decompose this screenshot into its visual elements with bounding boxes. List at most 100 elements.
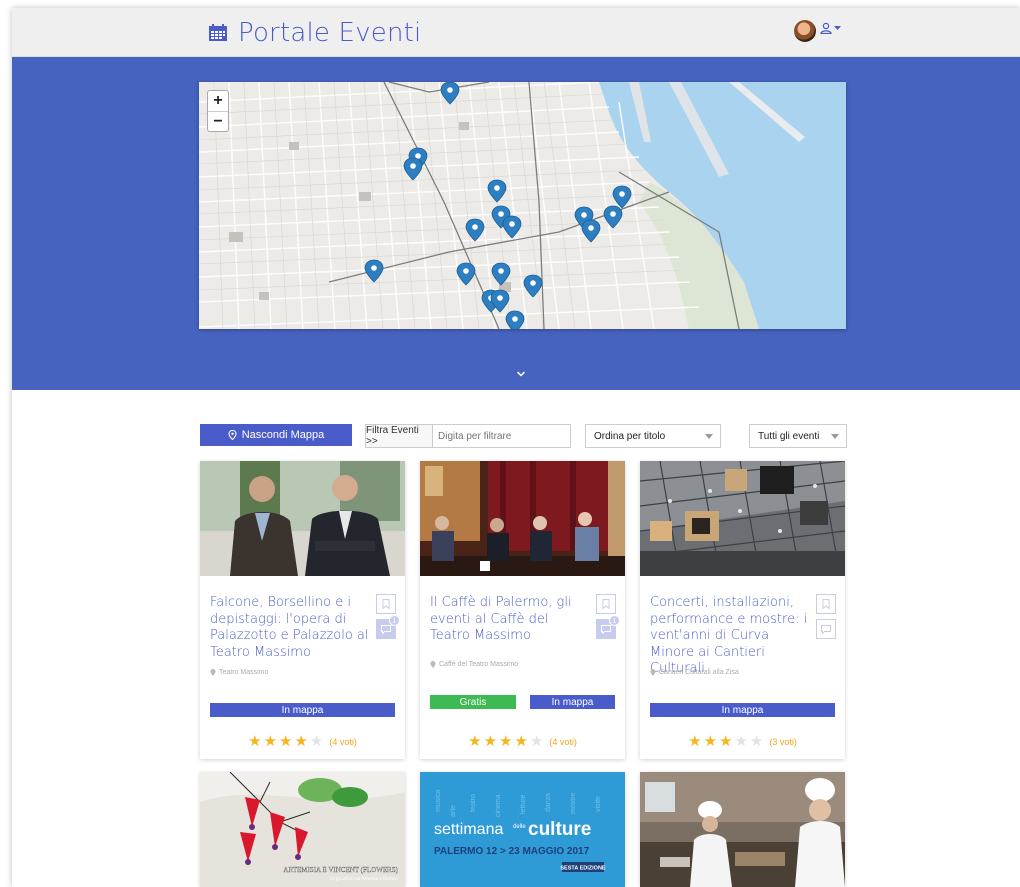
map-marker[interactable] [403, 157, 423, 181]
show-on-map-button[interactable]: In mappa [530, 695, 615, 709]
map-marker[interactable] [456, 262, 476, 286]
event-image[interactable] [420, 461, 625, 576]
top-navbar: Portale Eventi [12, 8, 1020, 57]
star-icon[interactable]: ★ [484, 734, 497, 749]
map-marker[interactable] [612, 185, 632, 209]
event-title[interactable]: Falcone, Borsellino e i depistaggi: l'op… [210, 595, 372, 661]
caret-down-icon [705, 434, 713, 439]
hide-map-label: Nascondi Mappa [241, 429, 325, 441]
filter-input[interactable] [433, 425, 570, 447]
svg-text:musica: musica [435, 790, 442, 812]
promo-headline: delle [513, 824, 526, 830]
star-icon[interactable]: ★ [704, 734, 717, 749]
zoom-out-button[interactable]: − [208, 111, 228, 131]
map-marker[interactable] [364, 259, 384, 283]
star-icon[interactable]: ★ [310, 734, 323, 749]
star-icon[interactable]: ★ [264, 734, 277, 749]
bookmark-icon [382, 599, 390, 609]
comment-icon [821, 624, 831, 634]
event-image[interactable]: musica arte teatro cinema letture danza … [420, 772, 625, 887]
star-icon[interactable]: ★ [719, 734, 732, 749]
star-icon[interactable]: ★ [279, 734, 292, 749]
category-select-value: Tutti gli eventi [758, 430, 820, 442]
event-rating[interactable]: ★ ★ ★ ★ ★ (4 voti) [200, 734, 405, 749]
comments-button[interactable] [816, 619, 836, 639]
comment-icon [601, 624, 611, 634]
map-marker[interactable] [603, 205, 623, 229]
hide-map-button[interactable]: Nascondi Mappa [200, 424, 352, 446]
map-pin-icon [210, 669, 216, 676]
event-image[interactable] [200, 461, 405, 576]
event-venue-label: Caffè del Teatro Massimo [439, 661, 519, 668]
map-pin-icon [650, 669, 656, 676]
brand[interactable]: Portale Eventi [208, 18, 421, 48]
bookmark-button[interactable] [816, 594, 836, 614]
events-map[interactable]: + − [199, 82, 846, 329]
event-title[interactable]: Concerti, installazioni, performance e m… [650, 595, 812, 678]
event-rating[interactable]: ★ ★ ★ ★ ★ (4 voti) [420, 734, 625, 749]
filter-label: Filtra Eventi >> [366, 425, 433, 447]
chevron-down-icon[interactable] [516, 369, 526, 379]
page-title: Portale Eventi [238, 18, 422, 48]
comment-count-badge: 1 [609, 615, 620, 626]
event-rating[interactable]: ★ ★ ★ ★ ★ (3 voti) [640, 734, 845, 749]
event-image[interactable] [640, 461, 845, 576]
sort-select-value: Ordina per titolo [594, 430, 666, 442]
vote-count: (4 voti) [329, 736, 357, 747]
event-card[interactable]: Il Caffè di Palermo, gli eventi al Caffè… [420, 461, 625, 759]
map-pin-icon [430, 661, 436, 668]
caret-down-icon [831, 434, 839, 439]
category-select[interactable]: Tutti gli eventi [749, 424, 847, 448]
map-marker[interactable] [581, 219, 601, 243]
star-icon[interactable]: ★ [750, 734, 763, 749]
event-card[interactable]: Concerti, installazioni, performance e m… [640, 461, 845, 759]
svg-text:mostre: mostre [570, 793, 577, 815]
star-icon[interactable]: ★ [734, 734, 747, 749]
star-icon[interactable]: ★ [514, 734, 527, 749]
event-image[interactable]: ARTEMISIA E VINCENT (FLOWERS) fra gli ar… [200, 772, 405, 887]
map-marker[interactable] [505, 310, 525, 329]
free-badge: Gratis [430, 695, 516, 709]
comments-button[interactable]: 1 [596, 615, 620, 639]
svg-text:visite: visite [595, 796, 602, 812]
filter-group: Filtra Eventi >> [365, 424, 571, 448]
show-on-map-button[interactable]: In mappa [650, 703, 835, 717]
event-title[interactable]: Il Caffè di Palermo, gli eventi al Caffè… [430, 595, 592, 645]
user-menu-toggle[interactable] [820, 22, 841, 34]
map-marker[interactable] [491, 262, 511, 286]
svg-text:letture: letture [520, 794, 527, 814]
sort-select[interactable]: Ordina per titolo [585, 424, 721, 448]
event-venue: Teatro Massimo [210, 669, 268, 676]
map-zoom-control: + − [207, 90, 229, 132]
bookmark-icon [822, 599, 830, 609]
comment-count-badge: 1 [389, 615, 400, 626]
map-marker[interactable] [440, 82, 460, 105]
map-marker[interactable] [465, 218, 485, 242]
event-card[interactable]: Falcone, Borsellino e i depistaggi: l'op… [200, 461, 405, 759]
event-card[interactable]: musica arte teatro cinema letture danza … [420, 772, 625, 887]
map-hero: + − [12, 57, 1020, 390]
svg-text:arte: arte [450, 805, 457, 817]
map-marker[interactable] [487, 179, 507, 203]
event-card[interactable] [640, 772, 845, 887]
event-image[interactable] [640, 772, 845, 887]
bookmark-button[interactable] [596, 594, 616, 614]
star-icon[interactable]: ★ [688, 734, 701, 749]
star-icon[interactable]: ★ [248, 734, 261, 749]
map-marker[interactable] [523, 274, 543, 298]
map-marker[interactable] [502, 215, 522, 239]
caret-down-icon [834, 25, 841, 30]
comment-icon [381, 624, 391, 634]
user-avatar[interactable] [794, 20, 816, 42]
promo-caption: fra gli artisti tra Palermo e Berlino [329, 877, 398, 882]
bookmark-button[interactable] [376, 594, 396, 614]
event-card[interactable]: ARTEMISIA E VINCENT (FLOWERS) fra gli ar… [200, 772, 405, 887]
star-icon[interactable]: ★ [294, 734, 307, 749]
star-icon[interactable]: ★ [530, 734, 543, 749]
zoom-in-button[interactable]: + [208, 91, 228, 111]
star-icon[interactable]: ★ [468, 734, 481, 749]
comments-button[interactable]: 1 [376, 615, 400, 639]
star-icon[interactable]: ★ [499, 734, 512, 749]
show-on-map-button[interactable]: In mappa [210, 703, 395, 717]
map-pin-icon [228, 430, 237, 440]
